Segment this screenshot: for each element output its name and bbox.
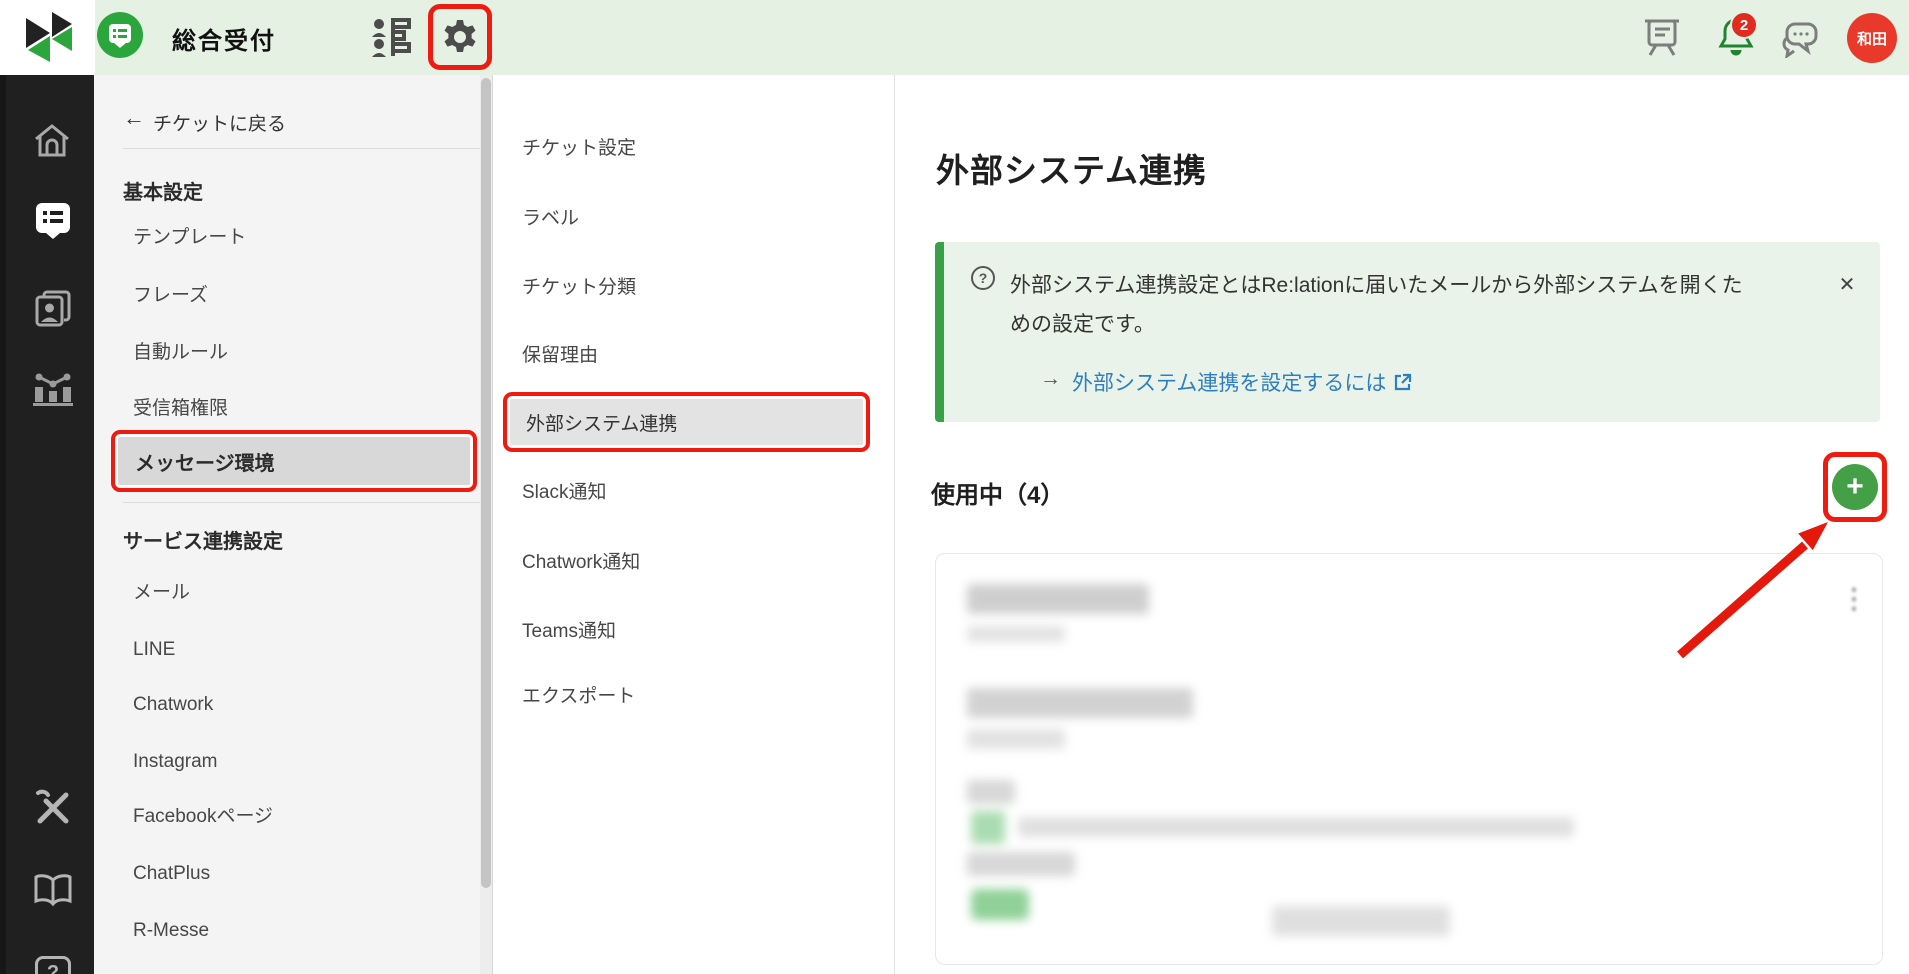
subnav-teams-notify[interactable]: Teams通知 [522,620,616,644]
blurred-field-label [967,780,1015,804]
contacts-icon[interactable] [34,289,72,329]
members-icon[interactable] [371,16,413,60]
nav-item-instagram[interactable]: Instagram [133,750,217,774]
help-icon[interactable]: ? [35,956,71,974]
app-root: 総合受付 [0,0,1909,974]
gear-icon[interactable] [441,18,479,56]
relation-logo-icon [20,10,76,66]
book-icon[interactable] [33,873,73,909]
nav-item-inbox-permission[interactable]: 受信箱権限 [133,397,228,421]
nav-item-auto-rule[interactable]: 自動ルール [133,341,228,365]
blurred-field-label [967,688,1193,718]
integration-card [935,553,1883,965]
question-glyph: ? [979,270,988,286]
page-title: 外部システム連携 [936,144,1207,192]
nav-item-message-env-label: メッセージ環境 [115,447,275,476]
kebab-menu-icon[interactable]: ⋮ [1840,582,1868,615]
nav-item-phrase[interactable]: フレーズ [133,284,208,308]
blurred-status-badge [971,889,1029,920]
blurred-card-subtitle [967,626,1065,642]
inbox-icon[interactable] [97,12,143,58]
blurred-card-title [967,584,1149,614]
close-icon[interactable]: ✕ [1834,272,1860,298]
divider [123,502,480,503]
subnav-chatwork-notify[interactable]: Chatwork通知 [522,551,640,575]
subnav-hold-reason[interactable]: 保留理由 [522,344,598,368]
external-link-icon [1393,373,1412,392]
subnav-slack[interactable]: Slack通知 [522,481,606,505]
tickets-icon-active[interactable] [34,201,72,239]
back-to-tickets[interactable]: チケットに戻る [153,109,286,136]
plus-icon: + [1846,470,1864,504]
notification-count: 2 [1740,17,1748,34]
link-arrow-icon: → [1040,367,1061,391]
avatar[interactable]: 和田 [1847,13,1897,63]
add-button[interactable]: + [1832,464,1878,510]
home-icon[interactable] [32,121,72,161]
relation-logo[interactable] [0,0,95,75]
service-settings-heading: サービス連携設定 [123,525,283,554]
blurred-field-value [967,729,1065,749]
avatar-initials: 和田 [1857,28,1887,49]
top-bar [0,0,1909,75]
setup-help-link-label: 外部システム連携を設定するには [1072,367,1386,397]
nav-item-line[interactable]: LINE [133,638,175,662]
chat-icon[interactable] [1781,20,1819,58]
subnav-label[interactable]: ラベル [522,207,579,231]
nav-item-chatplus[interactable]: ChatPlus [133,862,210,886]
question-icon: ? [971,266,995,290]
nav-item-message-env-active[interactable]: メッセージ環境 [111,430,477,492]
back-arrow-icon: ← [123,105,145,131]
stats-icon[interactable] [33,369,73,407]
tools-icon[interactable] [33,788,73,828]
blurred-green-icon [971,811,1005,844]
subnav-ticket-settings[interactable]: チケット設定 [522,137,636,161]
divider [123,148,480,149]
blurred-field-label [967,852,1075,876]
subnav-external-system-active[interactable]: 外部システム連携 [503,392,870,452]
nav-item-mail[interactable]: メール [133,581,190,605]
setup-help-link[interactable]: 外部システム連携を設定するには [1072,367,1412,397]
blurred-url-value [1018,817,1574,837]
settings-nav-scrollbar-thumb[interactable] [481,78,491,888]
subnav-export[interactable]: エクスポート [522,685,635,709]
blurred-card-text [1272,906,1450,936]
nav-item-facebook[interactable]: Facebookページ [133,805,273,829]
subnav-ticket-category[interactable]: チケット分類 [522,276,636,300]
nav-item-chatwork[interactable]: Chatwork [133,693,213,717]
subnav-external-system-label: 外部システム連携 [507,409,677,436]
nav-item-rmesse[interactable]: R-Messe [133,919,209,943]
info-banner-text: 外部システム連携設定とはRe:lationに届いたメールから外部システムを開くた… [1010,266,1750,344]
workspace-title: 総合受付 [172,21,276,56]
in-use-count: 使用中（4） [931,475,1064,510]
help-glyph: ? [47,962,59,974]
announcement-icon[interactable] [1643,16,1681,58]
notification-badge: 2 [1730,11,1758,39]
basic-settings-heading: 基本設定 [123,176,203,205]
nav-item-template[interactable]: テンプレート [133,226,246,250]
